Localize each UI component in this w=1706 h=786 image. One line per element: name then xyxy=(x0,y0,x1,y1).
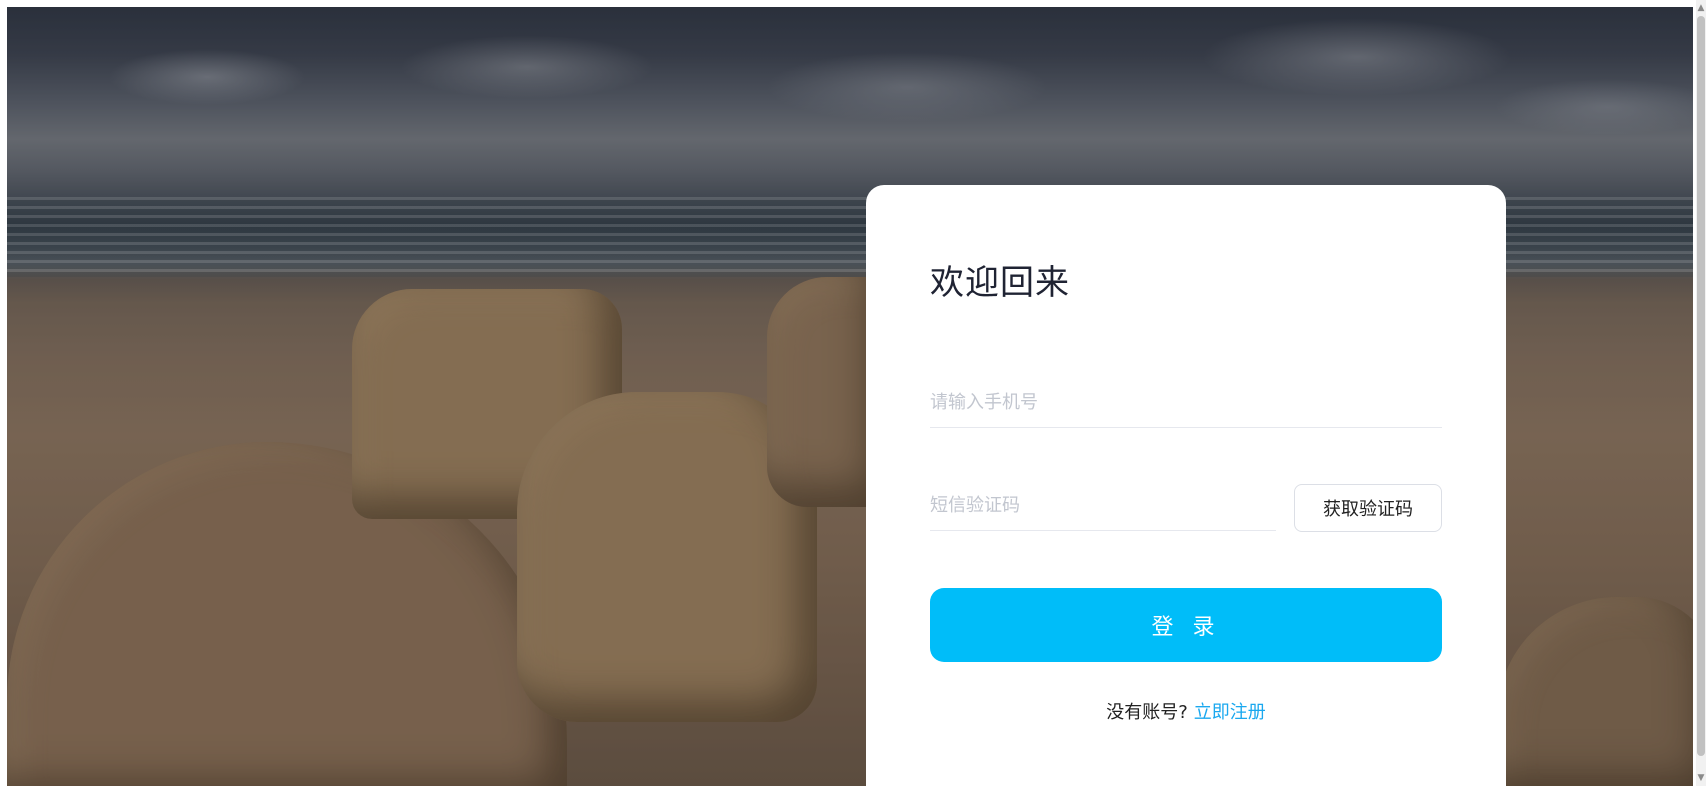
sms-code-input[interactable] xyxy=(930,481,1276,530)
page-scrollbar[interactable]: ▲ ▼ xyxy=(1696,0,1706,786)
get-code-button[interactable]: 获取验证码 xyxy=(1294,484,1442,532)
register-link[interactable]: 立即注册 xyxy=(1194,702,1266,723)
triangle-down-icon[interactable]: ▼ xyxy=(1696,772,1706,784)
login-card: 欢迎回来 获取验证码 登 录 没有账号? 立即注册 xyxy=(866,185,1506,786)
triangle-up-icon[interactable]: ▲ xyxy=(1696,2,1706,14)
login-button[interactable]: 登 录 xyxy=(930,588,1442,662)
phone-field xyxy=(930,378,1442,428)
page-title: 欢迎回来 xyxy=(930,263,1070,303)
scrollbar-thumb[interactable] xyxy=(1697,16,1705,756)
phone-input[interactable] xyxy=(930,378,1442,427)
no-account-text: 没有账号? xyxy=(1106,702,1188,723)
register-row: 没有账号? 立即注册 xyxy=(930,698,1442,724)
sms-code-field xyxy=(930,481,1276,531)
